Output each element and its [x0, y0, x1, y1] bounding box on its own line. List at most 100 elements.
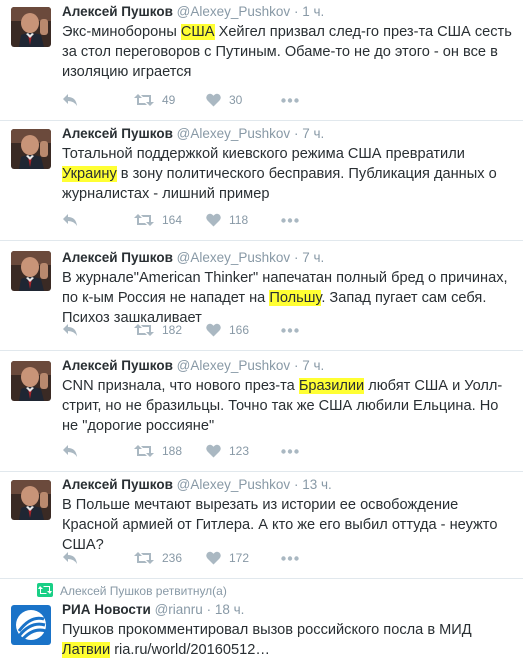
retweeted-tweet[interactable]: РИА Новости @rianru · 18 ч. Пушков проко… — [0, 601, 523, 665]
avatar[interactable] — [11, 251, 51, 291]
separator-dot: · — [206, 602, 212, 617]
author-handle[interactable]: @Alexey_Pushkov — [177, 477, 291, 492]
reply-button[interactable] — [62, 93, 134, 107]
reply-icon — [63, 552, 77, 564]
separator-dot: · — [293, 4, 299, 19]
retweet-button[interactable]: 236 — [134, 551, 206, 565]
heart-icon — [206, 323, 221, 337]
avatar[interactable] — [11, 361, 51, 401]
tweet-actions: 188 123 — [62, 443, 299, 459]
more-button[interactable] — [281, 97, 299, 103]
avatar[interactable] — [11, 7, 51, 47]
reply-button[interactable] — [62, 323, 134, 337]
separator-dot: · — [293, 126, 299, 141]
like-button[interactable]: 166 — [206, 323, 281, 337]
retweet-button[interactable]: 164 — [134, 213, 206, 227]
tweet[interactable]: Алексей Пушков @Alexey_Pushkov · 7 ч. CN… — [0, 351, 523, 472]
tweet-header: Алексей Пушков @Alexey_Pushkov · 7 ч. — [62, 249, 515, 266]
tweet-text: CNN признала, что нового през-та Бразили… — [62, 376, 515, 436]
avatar[interactable] — [11, 480, 51, 520]
more-icon — [281, 327, 299, 333]
tweet-actions: 182 166 — [62, 322, 299, 338]
retweet-button[interactable]: 182 — [134, 323, 206, 337]
highlighted-word: Польшу — [269, 290, 322, 306]
like-button[interactable]: 123 — [206, 444, 281, 458]
tweet-text-part: Экс-минобороны — [62, 24, 181, 40]
more-button[interactable] — [281, 448, 299, 454]
author-handle[interactable]: @Alexey_Pushkov — [177, 358, 291, 373]
tweet-time[interactable]: 13 ч. — [302, 477, 332, 492]
author-name[interactable]: Алексей Пушков — [62, 477, 173, 492]
tweet-text: Экс-минобороны США Хейгел призвал след-г… — [62, 22, 515, 82]
author-name[interactable]: Алексей Пушков — [62, 250, 173, 265]
retweet-count: 49 — [162, 93, 176, 107]
retweet-icon — [134, 324, 154, 336]
reply-button[interactable] — [62, 444, 134, 458]
tweet-actions: 236 172 — [62, 550, 299, 566]
separator-dot: · — [293, 250, 299, 265]
separator-dot: · — [293, 358, 299, 373]
retweet-count: 182 — [162, 323, 183, 337]
tweet-time[interactable]: 7 ч. — [302, 358, 324, 373]
author-handle[interactable]: @Alexey_Pushkov — [177, 250, 291, 265]
tweet-header: Алексей Пушков @Alexey_Pushkov · 13 ч. — [62, 476, 515, 493]
more-button[interactable] — [281, 217, 299, 223]
retweet-context[interactable]: Алексей Пушков ретвитнул(а) — [0, 579, 523, 601]
tweet-time[interactable]: 1 ч. — [302, 4, 324, 19]
tweet-time[interactable]: 18 ч. — [215, 602, 245, 617]
tweet[interactable]: Алексей Пушков @Alexey_Pushkov · 7 ч. То… — [0, 121, 523, 241]
reply-icon — [63, 445, 77, 457]
author-handle[interactable]: @Alexey_Pushkov — [177, 4, 291, 19]
reply-button[interactable] — [62, 213, 134, 227]
reply-icon — [63, 324, 77, 336]
retweet-icon — [37, 583, 53, 597]
heart-icon — [206, 444, 221, 458]
tweet-header: РИА Новости @rianru · 18 ч. — [62, 601, 515, 618]
like-button[interactable]: 118 — [206, 213, 281, 227]
retweet-icon — [134, 94, 154, 106]
highlighted-word: США — [180, 24, 215, 40]
tweet-text: В Польше мечтают вырезать из истории ее … — [62, 495, 515, 555]
author-name[interactable]: РИА Новости — [62, 602, 151, 617]
tweet-text-part: CNN признала, что нового през-та — [62, 378, 299, 394]
tweet-time[interactable]: 7 ч. — [302, 126, 324, 141]
retweet-context-label: Алексей Пушков ретвитнул(а) — [60, 584, 227, 598]
like-count: 118 — [229, 213, 249, 227]
heart-icon — [206, 213, 221, 227]
retweet-button[interactable]: 49 — [134, 93, 206, 107]
author-name[interactable]: Алексей Пушков — [62, 126, 173, 141]
more-button[interactable] — [281, 555, 299, 561]
more-icon — [281, 448, 299, 454]
tweet[interactable]: Алексей Пушков @Alexey_Pushkov · 1 ч. Эк… — [0, 0, 523, 121]
tweet[interactable]: Алексей Пушков @Alexey_Pushkov · 13 ч. В… — [0, 472, 523, 579]
tweet[interactable]: Алексей Пушков @Alexey_Pushkov · 7 ч. В … — [0, 241, 523, 351]
retweet-button[interactable]: 188 — [134, 444, 206, 458]
tweet-text-part: Тотальной поддержкой киевского режима СШ… — [62, 146, 465, 162]
tweet-text-part: Пушков прокомментировал вызов российског… — [62, 622, 472, 638]
reply-icon — [63, 94, 77, 106]
ria-novosti-logo[interactable] — [11, 605, 51, 645]
author-name[interactable]: Алексей Пушков — [62, 358, 173, 373]
retweet-count: 188 — [162, 444, 183, 458]
avatar[interactable] — [11, 129, 51, 169]
tweet-text: В журнале"American Thinker" напечатан по… — [62, 268, 515, 328]
reply-button[interactable] — [62, 551, 134, 565]
retweet-count: 236 — [162, 551, 183, 565]
like-count: 166 — [229, 323, 250, 337]
author-handle[interactable]: @Alexey_Pushkov — [177, 126, 291, 141]
retweet-icon — [134, 214, 154, 226]
author-handle[interactable]: @rianru — [155, 602, 203, 617]
like-button[interactable]: 172 — [206, 551, 281, 565]
tweet-link[interactable]: ria.ru/world/20160512… — [114, 642, 270, 658]
more-icon — [281, 97, 299, 103]
author-name[interactable]: Алексей Пушков — [62, 4, 173, 19]
highlighted-word: Латвии — [62, 642, 111, 658]
reply-icon — [63, 214, 77, 226]
tweet-text-part: в зону политического бесправия. Публикац… — [62, 166, 497, 202]
tweet-text-part: В Польше мечтают вырезать из истории ее … — [62, 497, 498, 553]
tweet-text: Тотальной поддержкой киевского режима СШ… — [62, 144, 515, 204]
more-button[interactable] — [281, 327, 299, 333]
tweet-time[interactable]: 7 ч. — [302, 250, 324, 265]
like-button[interactable]: 30 — [206, 93, 281, 107]
tweet-text: Пушков прокомментировал вызов российског… — [62, 620, 515, 660]
